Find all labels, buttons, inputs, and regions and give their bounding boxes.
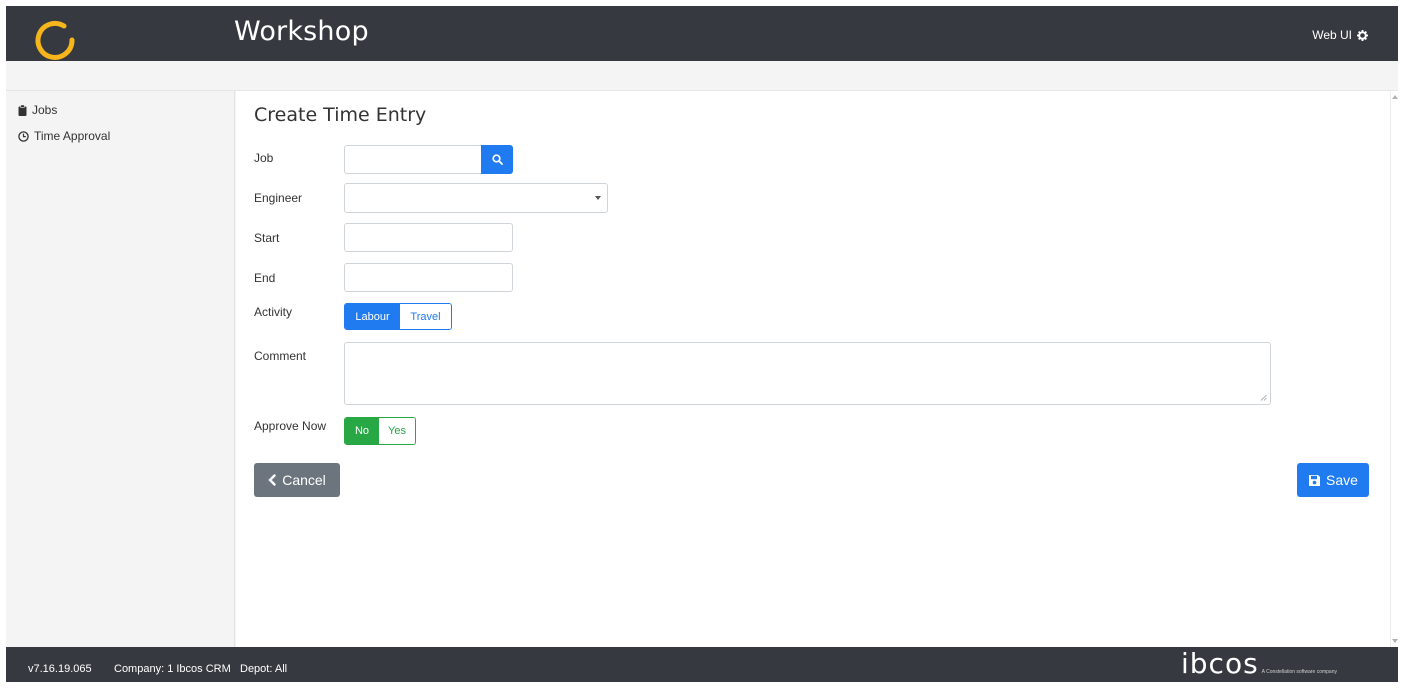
activity-labour-option[interactable]: Labour xyxy=(345,304,400,329)
page-title: Create Time Entry xyxy=(254,104,427,126)
end-label: End xyxy=(254,271,276,285)
brand-name: ibcos xyxy=(1181,647,1259,680)
top-navbar: Workshop Web UI xyxy=(6,6,1398,61)
scroll-up-arrow-icon[interactable] xyxy=(1392,95,1398,99)
save-button[interactable]: Save xyxy=(1297,463,1369,497)
sidebar-item-time-approval[interactable]: Time Approval xyxy=(6,123,234,149)
footer-bar: v7.16.19.065 Company: 1 Ibcos CRM Depot:… xyxy=(6,647,1398,682)
approve-no-option[interactable]: No xyxy=(345,418,379,444)
floppy-disk-icon xyxy=(1309,474,1321,486)
app-title: Workshop xyxy=(234,16,369,47)
cancel-button[interactable]: Cancel xyxy=(254,463,340,497)
engineer-label: Engineer xyxy=(254,191,303,205)
brand-tagline: A Constellation software company xyxy=(1261,669,1337,675)
save-label: Save xyxy=(1326,472,1358,488)
clock-icon xyxy=(18,130,29,142)
sidebar-item-jobs[interactable]: Jobs xyxy=(6,97,234,123)
start-input[interactable] xyxy=(344,223,513,252)
workshop-logo[interactable] xyxy=(34,20,78,64)
engineer-select[interactable] xyxy=(344,183,608,213)
approve-yes-option[interactable]: Yes xyxy=(379,418,415,444)
activity-toggle: Labour Travel xyxy=(344,303,452,330)
company-text: Company: 1 Ibcos CRM xyxy=(114,663,231,675)
app-window: Workshop Web UI Jobs Time Approval Creat… xyxy=(6,6,1398,682)
sidebar-item-label: Jobs xyxy=(32,103,58,117)
vertical-scrollbar[interactable] xyxy=(1390,91,1398,647)
chevron-left-icon xyxy=(268,474,276,486)
job-input[interactable] xyxy=(344,145,482,174)
sidebar-item-label: Time Approval xyxy=(34,129,111,143)
activity-label: Activity xyxy=(254,305,293,319)
cancel-label: Cancel xyxy=(282,472,326,488)
job-search-button[interactable] xyxy=(481,145,513,174)
search-icon xyxy=(491,154,503,165)
resize-handle-icon[interactable] xyxy=(1260,394,1267,401)
scroll-down-arrow-icon[interactable] xyxy=(1392,639,1398,643)
job-label: Job xyxy=(254,151,274,165)
activity-travel-option[interactable]: Travel xyxy=(400,304,451,329)
approve-now-label: Approve Now xyxy=(254,419,327,433)
chevron-down-icon xyxy=(595,196,601,200)
approve-now-toggle: No Yes xyxy=(344,417,416,445)
version-text: v7.16.19.065 xyxy=(28,663,92,675)
ibcos-logo: ibcos A Constellation software company xyxy=(1181,650,1337,678)
comment-textarea[interactable] xyxy=(344,342,1271,405)
main-content: Create Time Entry Job Engineer Start End… xyxy=(236,91,1390,647)
comment-label: Comment xyxy=(254,349,307,363)
gear-icon xyxy=(1357,29,1368,41)
webui-menu[interactable]: Web UI xyxy=(1312,28,1368,42)
sub-header-bar xyxy=(6,61,1398,91)
depot-text: Depot: All xyxy=(240,663,288,675)
webui-label: Web UI xyxy=(1312,28,1352,42)
sidebar: Jobs Time Approval xyxy=(6,91,235,647)
clipboard-icon xyxy=(18,104,27,116)
start-label: Start xyxy=(254,231,280,245)
end-input[interactable] xyxy=(344,263,513,292)
